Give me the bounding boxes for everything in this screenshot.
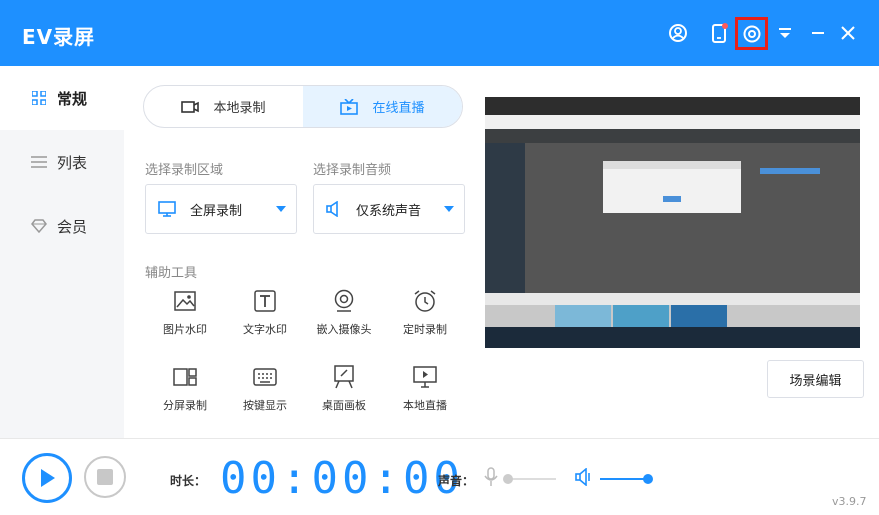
stop-icon [97,469,113,485]
speaker-icon [326,201,342,217]
split-screen-icon [172,364,198,390]
minimize-icon[interactable] [803,18,833,48]
tool-split-screen[interactable]: 分屏录制 [145,364,225,413]
tool-label: 按键显示 [243,399,287,412]
bottom-bar: 时长： 00:00:00 声音： v3.9.7 [0,438,879,515]
tab-local-record[interactable]: 本地录制 [144,86,303,127]
sidebar-item-label: 列表 [57,153,88,172]
tool-label: 图片水印 [163,323,207,336]
easel-icon [331,364,357,390]
chevron-down-icon [444,206,454,212]
tab-label: 在线直播 [372,101,425,116]
tool-label: 定时录制 [403,323,447,336]
tool-label: 本地直播 [403,399,447,412]
preview-thumbnail [485,97,860,348]
record-audio-select[interactable]: 仅系统声音 [313,184,465,234]
grid-icon [30,89,48,107]
broadcast-icon [412,364,438,390]
tool-timed-record[interactable]: 定时录制 [385,288,465,337]
mode-tabs: 本地录制 在线直播 [143,85,463,128]
tool-label: 桌面画板 [322,399,366,412]
keyboard-icon [252,364,278,390]
tool-keyboard-display[interactable]: 按键显示 [225,364,305,413]
alarm-icon [412,288,438,314]
record-audio-label: 选择录制音频 [313,163,392,178]
dropdown-menu-icon[interactable] [770,18,800,48]
stop-button[interactable] [84,456,126,498]
tool-label: 文字水印 [243,323,287,336]
tv-icon [340,98,359,115]
record-area-select[interactable]: 全屏录制 [145,184,297,234]
close-icon[interactable] [833,18,863,48]
sidebar-item-label: 常规 [57,89,88,108]
speaker-icon[interactable] [575,468,593,486]
tool-text-watermark[interactable]: 文字水印 [225,288,305,337]
webcam-icon [331,288,357,314]
title-bar: EV录屏 [0,0,879,66]
volume-label: 声音： [438,474,475,488]
sidebar: 常规 列表 会员 [0,66,124,438]
microphone-icon[interactable] [484,467,498,487]
tool-label: 嵌入摄像头 [316,323,372,336]
play-icon [41,469,55,487]
chevron-down-icon [276,206,286,212]
record-area-value: 全屏录制 [190,203,243,219]
tool-embed-webcam[interactable]: 嵌入摄像头 [304,288,384,337]
duration-label: 时长： [170,474,207,488]
play-button[interactable] [22,453,72,503]
monitor-icon [158,201,176,217]
tools-label: 辅助工具 [145,266,198,281]
tab-label: 本地录制 [213,101,266,116]
video-icon [181,100,200,114]
list-icon [30,153,48,171]
diamond-icon [30,217,48,235]
text-icon [252,288,278,314]
tab-live-stream[interactable]: 在线直播 [303,86,462,127]
record-audio-value: 仅系统声音 [356,203,422,219]
sidebar-item-vip[interactable]: 会员 [0,194,124,258]
system-volume-slider[interactable] [600,478,648,480]
tool-label: 分屏录制 [163,399,207,412]
mic-volume-slider[interactable] [508,478,556,480]
sidebar-item-general[interactable]: 常规 [0,66,124,130]
tool-desktop-whiteboard[interactable]: 桌面画板 [304,364,384,413]
version-label: v3.9.7 [832,495,867,508]
tool-image-watermark[interactable]: 图片水印 [145,288,225,337]
screen-preview [485,97,860,348]
app-title: EV录屏 [22,25,96,49]
user-circle-icon[interactable] [663,18,693,48]
scene-edit-button[interactable]: 场景编辑 [767,360,864,398]
sidebar-item-label: 会员 [57,217,88,236]
gear-icon[interactable] [735,17,768,50]
record-timer: 00:00:00 [220,453,464,504]
image-icon [172,288,198,314]
system-volume-handle[interactable] [643,474,653,484]
record-area-label: 选择录制区域 [145,163,224,178]
mic-volume-handle[interactable] [503,474,513,484]
tool-local-live[interactable]: 本地直播 [385,364,465,413]
mobile-icon[interactable] [704,18,734,48]
sidebar-item-list[interactable]: 列表 [0,130,124,194]
